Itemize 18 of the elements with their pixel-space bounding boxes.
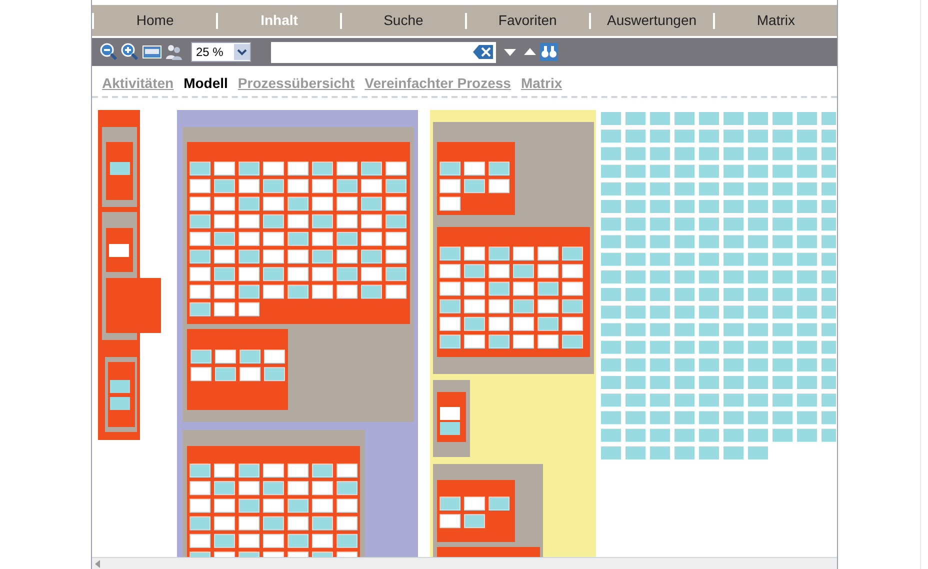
nav-tab[interactable]: Home <box>94 10 216 31</box>
up-arrow-icon[interactable] <box>523 47 537 57</box>
clear-icon[interactable] <box>472 44 494 60</box>
nav-tab[interactable]: Matrix <box>714 10 838 31</box>
search-field[interactable] <box>271 42 496 62</box>
zoom-out-icon[interactable] <box>100 43 118 61</box>
nav-tab[interactable]: Auswertungen <box>590 10 713 31</box>
people-icon[interactable] <box>165 43 183 61</box>
zoom-in-icon[interactable] <box>121 43 139 61</box>
horizontal-scrollbar[interactable] <box>92 557 837 569</box>
zoom-dropdown[interactable]: 25 % <box>191 42 251 62</box>
fit-page-icon[interactable] <box>142 44 162 60</box>
nav-tab[interactable]: Favoriten <box>466 10 589 31</box>
down-arrow-icon[interactable] <box>503 47 517 57</box>
caret-icon <box>234 44 250 60</box>
nav-tab[interactable]: Suche <box>342 10 465 31</box>
zoom-value: 25 % <box>196 46 224 58</box>
view-tab[interactable]: Modell <box>184 72 228 94</box>
